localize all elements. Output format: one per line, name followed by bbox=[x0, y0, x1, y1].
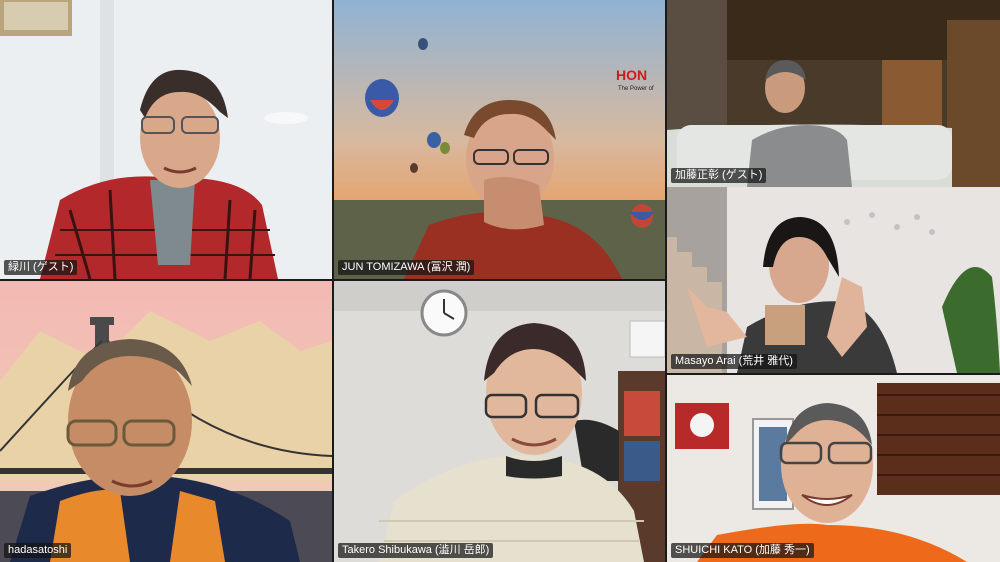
video-feed bbox=[334, 281, 665, 562]
brand-tagline: The Power of bbox=[618, 86, 654, 92]
participant-name-label: Takero Shibukawa (澁川 岳郎) bbox=[338, 543, 494, 558]
video-tile-hadasatoshi[interactable]: hadasatoshi bbox=[0, 281, 332, 562]
video-tile-midorikawa[interactable]: 緑川 (ゲスト) bbox=[0, 0, 332, 279]
video-feed: HON The Power of bbox=[334, 0, 665, 279]
participant-name-label: 緑川 (ゲスト) bbox=[4, 260, 78, 275]
video-feed bbox=[0, 0, 332, 279]
video-feed bbox=[667, 375, 1000, 562]
video-feed bbox=[667, 0, 1000, 187]
video-feed bbox=[667, 187, 1000, 373]
video-tile-masayo-arai[interactable]: Masayo Arai (荒井 雅代) bbox=[667, 187, 1000, 373]
participant-name-label: SHUICHI KATO (加藤 秀一) bbox=[671, 543, 814, 558]
participant-name-label: JUN TOMIZAWA (冨沢 潤) bbox=[338, 260, 475, 275]
participant-name-label: hadasatoshi bbox=[4, 543, 72, 558]
video-tile-kato-masaaki[interactable]: 加藤正彰 (ゲスト) bbox=[667, 0, 1000, 187]
participant-name-label: 加藤正彰 (ゲスト) bbox=[671, 168, 767, 183]
video-feed bbox=[0, 281, 332, 562]
participant-name-label: Masayo Arai (荒井 雅代) bbox=[671, 354, 797, 369]
video-tile-shuichi-kato[interactable]: SHUICHI KATO (加藤 秀一) bbox=[667, 375, 1000, 562]
brand-text: HON bbox=[616, 67, 647, 83]
video-tile-jun-tomizawa[interactable]: HON The Power of JUN TOMIZAWA (冨沢 潤) bbox=[334, 0, 665, 279]
video-tile-takero-shibukawa[interactable]: Takero Shibukawa (澁川 岳郎) bbox=[334, 281, 665, 562]
